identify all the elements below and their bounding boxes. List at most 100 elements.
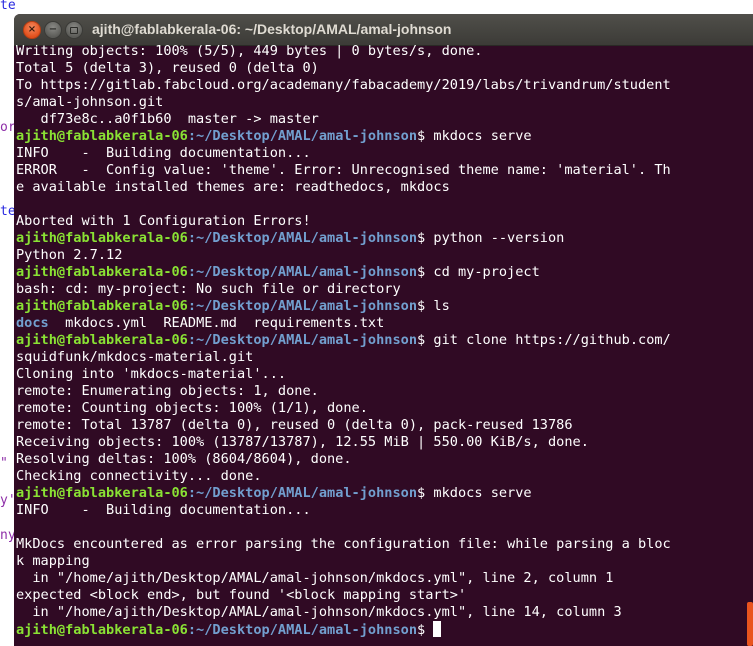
- prompt-path: :~/Desktop/AMAL/amal-johnson: [187, 264, 418, 280]
- output-text: e available installed themes are: readth…: [16, 179, 450, 195]
- terminal-output-line: k mapping: [16, 553, 739, 570]
- terminal-prompt-line: ajith@fablabkerala-06:~/Desktop/AMAL/ama…: [16, 332, 739, 349]
- command-text: [425, 622, 433, 638]
- terminal-output-line: in "/home/ajith/Desktop/AMAL/amal-johnso…: [16, 604, 739, 621]
- terminal-output-line: e available installed themes are: readth…: [16, 179, 739, 196]
- command-text: ls: [425, 298, 450, 314]
- maximize-window-button[interactable]: [65, 21, 83, 39]
- output-text: To https://gitlab.fabcloud.org/academany…: [16, 77, 671, 93]
- minimize-icon: −: [48, 24, 58, 35]
- output-text: mkdocs.yml README.md requirements.txt: [48, 315, 385, 331]
- directory-entry: docs: [16, 315, 49, 331]
- prompt-path: :~/Desktop/AMAL/amal-johnson: [187, 298, 418, 314]
- prompt-path: :~/Desktop/AMAL/amal-johnson: [187, 128, 418, 144]
- window-titlebar[interactable]: × − ajith@fablabkerala-06: ~/Desktop/AMA…: [14, 14, 753, 46]
- terminal-output-line: Python 2.7.12: [16, 247, 739, 264]
- terminal-output-line: INFO - Building documentation...: [16, 145, 739, 162]
- terminal-output-line: Total 5 (delta 3), reused 0 (delta 0): [16, 60, 739, 77]
- output-text: Writing objects: 100% (5/5), 449 bytes |…: [16, 43, 483, 59]
- prompt-symbol: $: [417, 128, 426, 144]
- output-text: ERROR - Config value: 'theme'. Error: Un…: [16, 162, 671, 178]
- terminal-prompt-line: ajith@fablabkerala-06:~/Desktop/AMAL/ama…: [16, 128, 739, 145]
- prompt-symbol: $: [417, 622, 426, 638]
- output-text: INFO - Building documentation...: [16, 145, 311, 161]
- output-text: bash: cd: my-project: No such file or di…: [16, 281, 401, 297]
- terminal-output-line: Receiving objects: 100% (13787/13787), 1…: [16, 434, 739, 451]
- prompt-user-host: ajith@fablabkerala-06: [16, 332, 188, 348]
- terminal-cursor: [433, 621, 442, 637]
- prompt-symbol: $: [417, 298, 426, 314]
- prompt-user-host: ajith@fablabkerala-06: [16, 485, 188, 501]
- prompt-symbol: $: [417, 230, 426, 246]
- terminal-output-line: in "/home/ajith/Desktop/AMAL/amal-johnso…: [16, 570, 739, 587]
- terminal-output-line: remote: Counting objects: 100% (1/1), do…: [16, 400, 739, 417]
- prompt-symbol: $: [417, 332, 426, 348]
- terminal-output-line: ERROR - Config value: 'theme'. Error: Un…: [16, 162, 739, 179]
- close-window-button[interactable]: ×: [23, 21, 41, 39]
- prompt-symbol: $: [417, 485, 426, 501]
- output-text: k mapping: [16, 553, 90, 569]
- terminal-output-line: To https://gitlab.fabcloud.org/academany…: [16, 77, 739, 94]
- terminal-output-line: remote: Enumerating objects: 1, done.: [16, 383, 739, 400]
- output-text: Resolving deltas: 100% (8604/8604), done…: [16, 451, 352, 467]
- output-text: Receiving objects: 100% (13787/13787), 1…: [16, 434, 589, 450]
- command-text: git clone https://github.com/: [425, 332, 671, 348]
- terminal-output-line: s/amal-johnson.git: [16, 94, 739, 111]
- output-text: in "/home/ajith/Desktop/AMAL/amal-johnso…: [16, 570, 614, 586]
- background-editor: te or te " y' ny: [0, 0, 16, 646]
- terminal-output-line: Writing objects: 100% (5/5), 449 bytes |…: [16, 43, 739, 60]
- terminal-output-line: squidfunk/mkdocs-material.git: [16, 349, 739, 366]
- terminal-prompt-line: ajith@fablabkerala-06:~/Desktop/AMAL/ama…: [16, 264, 739, 281]
- prompt-user-host: ajith@fablabkerala-06: [16, 264, 188, 280]
- command-text: cd my-project: [425, 264, 540, 280]
- output-text: df73e8c..a0f1b60 master -> master: [16, 111, 319, 127]
- terminal-output-line: Cloning into 'mkdocs-material'...: [16, 366, 739, 383]
- terminal-output-line: df73e8c..a0f1b60 master -> master: [16, 111, 739, 128]
- prompt-user-host: ajith@fablabkerala-06: [16, 622, 188, 638]
- scrollbar-thumb[interactable]: [747, 602, 753, 646]
- terminal-prompt-line: ajith@fablabkerala-06:~/Desktop/AMAL/ama…: [16, 298, 739, 315]
- output-text: Checking connectivity... done.: [16, 468, 262, 484]
- prompt-user-host: ajith@fablabkerala-06: [16, 230, 188, 246]
- terminal-output-line: bash: cd: my-project: No such file or di…: [16, 281, 739, 298]
- output-text: Total 5 (delta 3), reused 0 (delta 0): [16, 60, 319, 76]
- prompt-path: :~/Desktop/AMAL/amal-johnson: [187, 622, 418, 638]
- output-text: Python 2.7.12: [16, 247, 123, 263]
- minimize-window-button[interactable]: −: [44, 21, 62, 39]
- terminal-output-line: expected <block end>, but found '<block …: [16, 587, 739, 604]
- maximize-icon: [70, 26, 78, 34]
- terminal-output[interactable]: Writing objects: 100% (5/5), 449 bytes |…: [16, 43, 739, 646]
- output-text: remote: Total 13787 (delta 0), reused 0 …: [16, 417, 573, 433]
- terminal-output-line: docs mkdocs.yml README.md requirements.t…: [16, 315, 739, 332]
- command-text: mkdocs serve: [425, 128, 532, 144]
- window-title: ajith@fablabkerala-06: ~/Desktop/AMAL/am…: [92, 21, 452, 37]
- output-text: s/amal-johnson.git: [16, 94, 164, 110]
- terminal-prompt-line: ajith@fablabkerala-06:~/Desktop/AMAL/ama…: [16, 621, 739, 638]
- terminal-output-line: INFO - Building documentation...: [16, 502, 739, 519]
- close-icon: ×: [27, 24, 37, 35]
- terminal-output-line: MkDocs encountered as error parsing the …: [16, 536, 739, 553]
- command-text: mkdocs serve: [425, 485, 532, 501]
- output-text: remote: Enumerating objects: 1, done.: [16, 383, 319, 399]
- command-text: python --version: [425, 230, 565, 246]
- terminal-prompt-line: ajith@fablabkerala-06:~/Desktop/AMAL/ama…: [16, 230, 739, 247]
- terminal-output-line: Aborted with 1 Configuration Errors!: [16, 213, 739, 230]
- output-text: squidfunk/mkdocs-material.git: [16, 349, 254, 365]
- terminal-prompt-line: ajith@fablabkerala-06:~/Desktop/AMAL/ama…: [16, 485, 739, 502]
- prompt-path: :~/Desktop/AMAL/amal-johnson: [187, 485, 418, 501]
- output-text: INFO - Building documentation...: [16, 502, 311, 518]
- output-text: in "/home/ajith/Desktop/AMAL/amal-johnso…: [16, 604, 622, 620]
- background-text-fragment: ": [0, 456, 8, 471]
- terminal-scrollbar[interactable]: [747, 46, 753, 646]
- background-text-fragment: te: [0, 0, 16, 13]
- output-text: MkDocs encountered as error parsing the …: [16, 536, 671, 552]
- terminal-output-line: Resolving deltas: 100% (8604/8604), done…: [16, 451, 739, 468]
- terminal-window: × − ajith@fablabkerala-06: ~/Desktop/AMA…: [14, 14, 753, 646]
- output-text: Aborted with 1 Configuration Errors!: [16, 213, 311, 229]
- output-text: remote: Counting objects: 100% (1/1), do…: [16, 400, 368, 416]
- prompt-user-host: ajith@fablabkerala-06: [16, 128, 188, 144]
- terminal-output-line: Checking connectivity... done.: [16, 468, 739, 485]
- output-text: Cloning into 'mkdocs-material'...: [16, 366, 287, 382]
